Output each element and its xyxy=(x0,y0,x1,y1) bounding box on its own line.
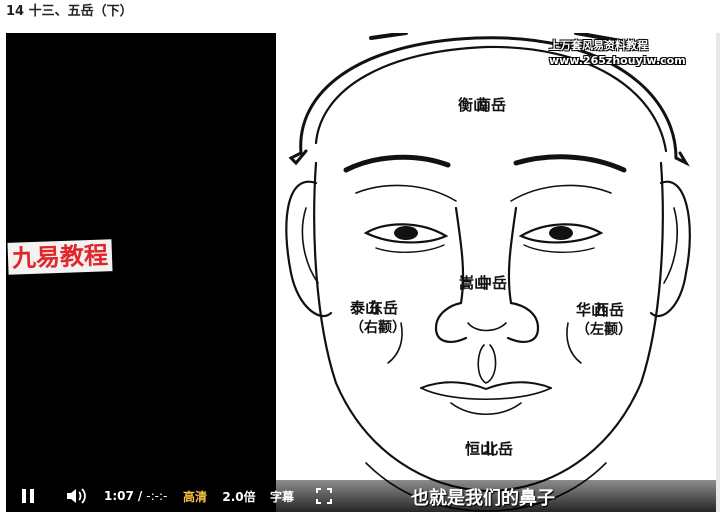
fullscreen-icon xyxy=(316,488,332,504)
quality-button[interactable]: 高清 xyxy=(174,480,216,512)
time-separator: / xyxy=(137,489,143,503)
video-subtitle: 也就是我们的鼻子 xyxy=(411,488,555,509)
watermark-url: www.265zhouyiw.com xyxy=(549,54,686,67)
subtitle-button[interactable]: 字幕 xyxy=(262,480,302,512)
video-player[interactable]: 九易教程 衡山 南岳 嵩山 中岳 泰山 东岳 （右颧） 华山 西岳 （左颧） 恒… xyxy=(6,33,716,512)
xiyue-col1: 华山 xyxy=(576,301,607,319)
zhongyue-col1: 嵩山 xyxy=(459,274,490,292)
zhongyue-col2: 中岳 xyxy=(477,274,508,292)
speaker-icon xyxy=(67,488,86,504)
beiyue-col1: 恒山 xyxy=(465,440,496,458)
left-eye-pupil xyxy=(549,226,573,240)
label-zhongyue: 嵩山 中岳 xyxy=(459,273,508,293)
beiyue-col2: 北岳 xyxy=(483,440,514,458)
time-current: 1:07 xyxy=(104,489,134,503)
nanyue-col1: 衡山 xyxy=(458,96,489,114)
watermark-line1: 上万套风易资料教程 xyxy=(549,39,648,52)
time-display: 1:07 / -:-:- xyxy=(104,480,174,512)
face-illustration: 衡山 南岳 嵩山 中岳 泰山 东岳 （右颧） 华山 西岳 （左颧） 恒山 北岳 xyxy=(276,33,716,512)
pause-button[interactable] xyxy=(6,480,50,512)
right-eye-pupil xyxy=(394,226,418,240)
pause-icon xyxy=(22,489,34,503)
volume-button[interactable] xyxy=(50,480,104,512)
xiyue-note: （左颧） xyxy=(576,322,632,338)
speed-button[interactable]: 2.0倍 xyxy=(216,480,262,512)
label-xiyue: 华山 西岳 （左颧） xyxy=(576,300,632,340)
brand-stamp: 九易教程 xyxy=(7,239,113,275)
xiyue-col2: 西岳 xyxy=(594,301,625,319)
dongyue-col2: 东岳 xyxy=(368,299,399,317)
dongyue-note: （右颧） xyxy=(350,320,406,336)
time-total: -:-:- xyxy=(146,489,168,503)
label-beiyue: 恒山 北岳 xyxy=(465,439,514,459)
page-scroll-edge xyxy=(716,33,720,512)
fullscreen-button[interactable] xyxy=(302,480,346,512)
page-title: 14 十三、五岳（下） xyxy=(6,4,133,19)
label-dongyue: 泰山 东岳 （右颧） xyxy=(350,298,406,338)
nanyue-col2: 南岳 xyxy=(476,96,507,114)
player-control-bar: 1:07 / -:-:- 高清 2.0倍 字幕 xyxy=(6,480,716,512)
dongyue-col1: 泰山 xyxy=(350,299,381,317)
label-nanyue: 衡山 南岳 xyxy=(458,95,507,115)
